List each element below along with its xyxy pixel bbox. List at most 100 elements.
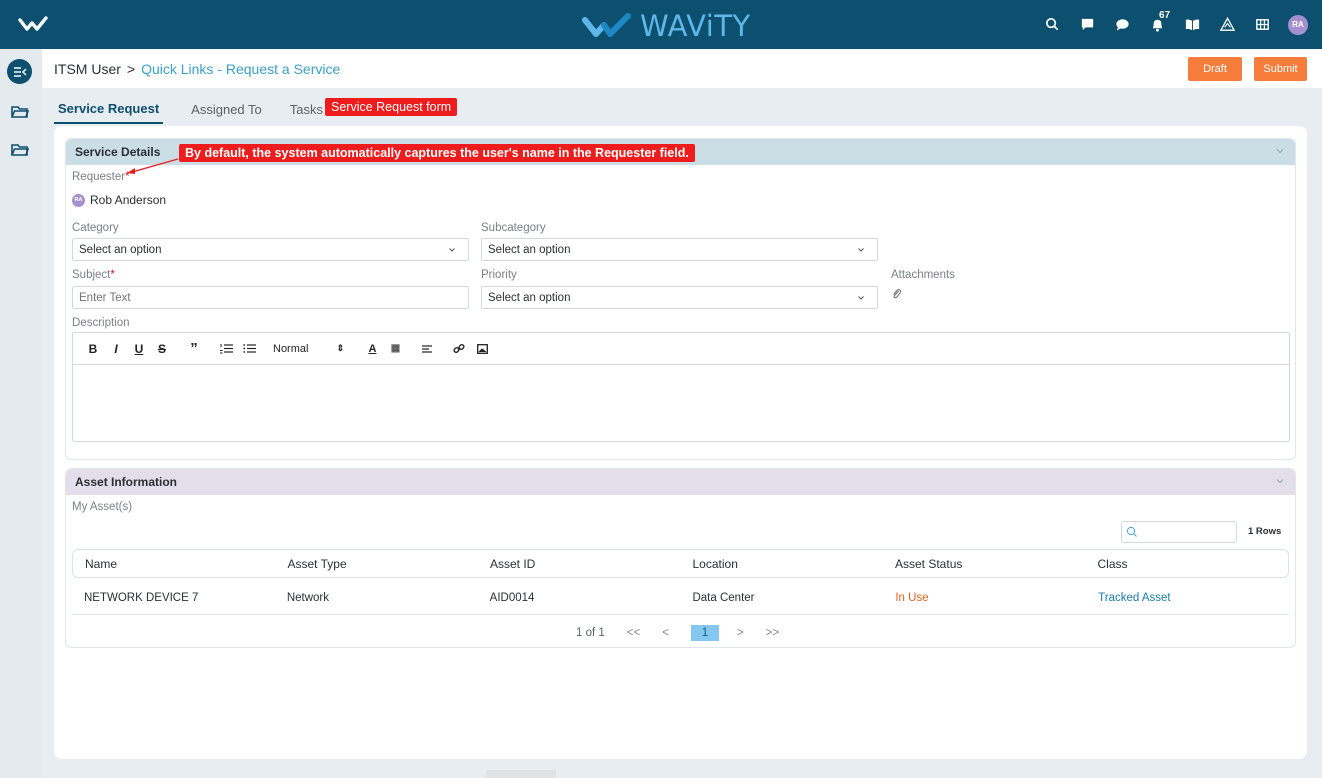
tab-tasks[interactable]: Tasks	[290, 98, 323, 123]
breadcrumb-root[interactable]: ITSM User	[54, 61, 121, 77]
priority-select[interactable]: Select an option	[481, 286, 878, 309]
description-editor[interactable]: B I U S ” Normal ⇕ A ▦	[72, 332, 1290, 442]
chevron-down-icon	[449, 248, 455, 252]
attachments-label: Attachments	[891, 269, 955, 281]
strikethrough-icon[interactable]: S	[154, 341, 170, 357]
priority-select-value: Select an option	[488, 291, 571, 304]
chat-icon[interactable]	[1078, 16, 1096, 34]
description-label: Description	[72, 317, 130, 329]
breadcrumb-current[interactable]: Quick Links - Request a Service	[141, 61, 340, 77]
chevron-down-icon[interactable]	[1275, 146, 1285, 156]
rows-count: 1 Rows	[1248, 526, 1282, 537]
chevron-down-icon	[858, 248, 864, 252]
next-page-button[interactable]: >	[737, 627, 744, 639]
subject-placeholder: Enter Text	[79, 291, 131, 304]
tab-service-request[interactable]: Service Request	[54, 97, 164, 124]
asset-table-header: Name Asset Type Asset ID Location Asset …	[72, 549, 1289, 578]
underline-icon[interactable]: U	[131, 341, 147, 357]
draft-button[interactable]: Draft	[1188, 57, 1242, 81]
cell-asset-id: AID0014	[489, 591, 535, 604]
text-color-icon[interactable]: A	[364, 341, 380, 357]
link-icon[interactable]	[451, 341, 467, 357]
image-icon[interactable]	[474, 341, 490, 357]
wavity-menu-logo-icon[interactable]	[18, 12, 48, 36]
format-select-label[interactable]: Normal	[273, 341, 308, 357]
chevron-down-icon	[858, 296, 864, 300]
category-select[interactable]: Select an option	[72, 238, 469, 261]
subject-input[interactable]: Enter Text	[72, 286, 469, 309]
paperclip-icon[interactable]	[891, 288, 902, 300]
blockquote-icon[interactable]: ”	[186, 340, 202, 357]
subcategory-label: Subcategory	[481, 222, 546, 234]
apps-grid-icon[interactable]	[1253, 16, 1271, 34]
bullet-list-icon[interactable]	[241, 341, 257, 357]
annotation-callout-form: Service Request form	[325, 98, 458, 116]
notification-count: 67	[1159, 9, 1171, 21]
asset-search-input[interactable]	[1121, 521, 1237, 543]
annotation-callout-requester: By default, the system automatically cap…	[179, 144, 695, 162]
folder-icon[interactable]	[11, 143, 29, 157]
notification-bell-icon[interactable]: 67	[1148, 10, 1170, 34]
align-icon[interactable]	[419, 341, 435, 357]
brand-logo[interactable]: WAViTY	[582, 9, 751, 43]
search-icon	[1126, 526, 1137, 537]
alert-triangle-icon[interactable]	[1218, 16, 1236, 34]
prev-page-button[interactable]: <	[662, 627, 669, 639]
sidebar-toggle-button[interactable]	[7, 59, 32, 84]
column-header-class[interactable]: Class	[1086, 557, 1289, 571]
page-summary: 1 of 1	[576, 627, 605, 639]
form-card: Service Details By default, the system a…	[54, 126, 1307, 759]
submit-button[interactable]: Submit	[1254, 57, 1307, 81]
required-mark: *	[110, 269, 115, 281]
italic-icon[interactable]: I	[108, 341, 124, 357]
subcategory-select[interactable]: Select an option	[481, 238, 878, 261]
column-header-name[interactable]: Name	[73, 557, 276, 571]
service-details-header[interactable]: Service Details By default, the system a…	[66, 139, 1295, 165]
asset-information-header[interactable]: Asset Information	[66, 469, 1295, 495]
breadcrumb: ITSM User > Quick Links - Request a Serv…	[42, 49, 1322, 88]
left-sidebar	[0, 49, 42, 778]
column-header-location[interactable]: Location	[681, 557, 884, 571]
column-header-asset-id[interactable]: Asset ID	[478, 557, 681, 571]
first-page-button[interactable]: <<	[627, 627, 640, 639]
required-mark: *	[125, 171, 130, 183]
column-header-asset-type[interactable]: Asset Type	[276, 557, 479, 571]
chevron-down-icon[interactable]	[1275, 476, 1285, 486]
breadcrumb-separator: >	[126, 60, 136, 77]
current-page-button[interactable]: 1	[690, 625, 719, 641]
message-bubble-icon[interactable]	[1113, 16, 1131, 34]
bold-icon[interactable]: B	[85, 341, 101, 357]
subject-label-text: Subject	[72, 269, 111, 281]
priority-label: Priority	[481, 269, 517, 281]
top-navbar: WAViTY 67 RA	[0, 0, 1322, 49]
wavity-logo-icon	[582, 13, 631, 37]
tab-bar: Service Request Assigned To Tasks	[54, 95, 323, 125]
tab-assigned-to[interactable]: Assigned To	[191, 98, 262, 123]
status-badge: In Use	[895, 591, 929, 604]
last-page-button[interactable]: >>	[766, 627, 779, 639]
format-updown-icon[interactable]: ⇕	[332, 341, 348, 357]
requester-label-text: Requester	[72, 171, 126, 183]
scroll-handle[interactable]	[486, 770, 556, 778]
subcategory-select-value: Select an option	[488, 243, 571, 256]
cell-location: Data Center	[692, 591, 755, 604]
asset-information-title: Asset Information	[75, 475, 178, 489]
cell-class-link[interactable]: Tracked Asset	[1086, 592, 1289, 604]
subject-label: Subject*	[72, 269, 115, 281]
user-avatar[interactable]: RA	[1288, 14, 1308, 35]
table-row[interactable]: NETWORK DEVICE 7 Network AID0014 Data Ce…	[72, 581, 1289, 615]
my-assets-label: My Asset(s)	[72, 501, 133, 513]
ordered-list-icon[interactable]	[218, 341, 234, 357]
requester-label: Requester*	[72, 171, 130, 183]
requester-name: Rob Anderson	[90, 193, 167, 207]
knowledge-book-icon[interactable]	[1183, 16, 1201, 34]
folder-icon[interactable]	[11, 105, 29, 119]
top-icon-bar: 67 RA	[1043, 0, 1308, 49]
annotation-arrow-icon	[127, 158, 179, 174]
search-icon[interactable]	[1043, 16, 1061, 34]
pagination: 1 of 1 << < 1 > >>	[576, 625, 801, 641]
category-label: Category	[72, 222, 119, 234]
background-color-icon[interactable]: ▦	[387, 341, 403, 357]
main-content: ITSM User > Quick Links - Request a Serv…	[42, 49, 1322, 778]
column-header-asset-status[interactable]: Asset Status	[883, 557, 1086, 571]
